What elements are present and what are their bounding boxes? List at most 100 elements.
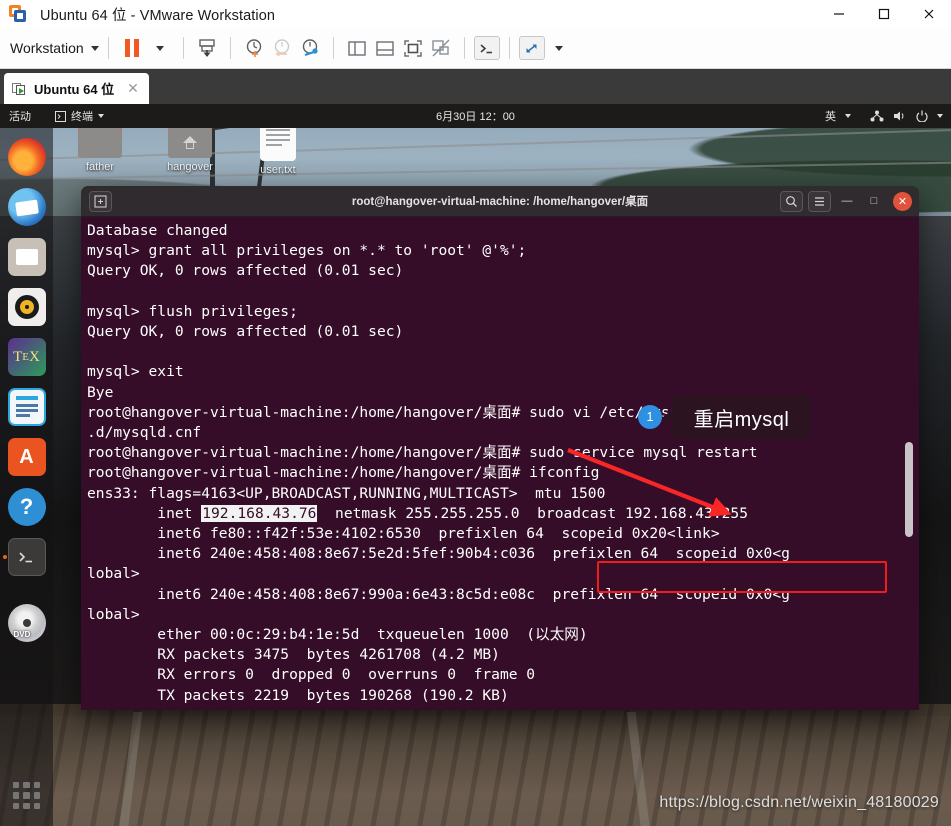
terminal-prompt-icon — [18, 552, 32, 563]
panel-left-icon — [347, 41, 366, 56]
toolbar-divider — [229, 37, 231, 59]
chevron-down-icon — [937, 114, 943, 118]
expand-arrows-icon — [526, 43, 537, 53]
network-icon — [870, 110, 884, 122]
stretch-button[interactable] — [518, 36, 545, 60]
dock-item-help[interactable]: ? — [7, 488, 46, 526]
input-method-indicator[interactable]: 英 — [825, 108, 836, 124]
workstation-menu-button[interactable]: Workstation — [10, 40, 99, 56]
chevron-down-icon — [155, 45, 164, 51]
take-snapshot-button[interactable] — [240, 35, 268, 61]
guest-screen: 活动 终端 6月30日 12：00 英 T E X A ? DVD father… — [0, 104, 951, 826]
show-library-button[interactable] — [343, 35, 371, 61]
annotation-callout-text: 重启mysql — [693, 408, 790, 431]
vm-tab-ubuntu[interactable]: Ubuntu 64 位 ✕ — [4, 73, 149, 104]
chevron-down-icon — [90, 45, 99, 51]
terminal-line: TX packets 2219 bytes 190268 (190.2 KB) — [87, 686, 509, 704]
console-button[interactable] — [473, 36, 500, 60]
close-icon[interactable]: ✕ — [127, 80, 139, 97]
toolbar-divider — [107, 37, 109, 59]
dock-item-dvd[interactable]: DVD — [7, 604, 46, 642]
search-icon — [786, 195, 797, 207]
annotation-callout: 重启mysql — [663, 395, 811, 439]
panel-bottom-icon — [375, 41, 394, 56]
terminal-line: lobal> — [87, 605, 140, 623]
terminal-line: root@hangover-virtual-machine:/home/hang… — [87, 444, 758, 462]
terminal-line: ether 00:0c:29:b4:1e:5d txqueuelen 1000 … — [87, 626, 588, 644]
vmware-toolbar: Workstation — [0, 28, 951, 69]
minimize-button[interactable] — [816, 0, 861, 28]
fullscreen-icon — [403, 40, 422, 57]
unity-off-icon — [431, 39, 450, 57]
terminal-line: mysql> exit — [87, 363, 184, 381]
terminal-window: root@hangover-virtual-machine: /home/han… — [81, 186, 919, 710]
manage-snapshot-button[interactable] — [193, 35, 221, 61]
volume-icon — [894, 111, 904, 121]
desktop-icon-father[interactable]: father — [60, 122, 140, 173]
terminal-close-button[interactable]: ✕ — [893, 191, 912, 211]
system-tray[interactable]: 英 — [825, 108, 943, 124]
terminal-body[interactable]: Database changed mysql> grant all privile… — [81, 217, 919, 710]
maximize-button[interactable] — [861, 0, 906, 28]
menu-button[interactable] — [808, 190, 831, 212]
workstation-menu-label: Workstation — [10, 40, 84, 56]
show-thumbnail-bar-button[interactable] — [371, 35, 399, 61]
desktop-icon-hangover[interactable]: hangover — [150, 122, 230, 173]
terminal-line: inet6 fe80::f42f:53e:4102:6530 prefixlen… — [87, 525, 720, 543]
toolbar-divider — [182, 37, 184, 59]
stretch-dropdown[interactable] — [545, 35, 573, 61]
dock-item-ubuntu-software[interactable]: A — [7, 438, 46, 476]
chevron-down-icon — [845, 114, 851, 118]
terminal-line: Query OK, 0 rows affected (0.01 sec) — [87, 262, 404, 280]
terminal-line: RX errors 0 dropped 0 overruns 0 frame 0 — [87, 666, 536, 684]
desktop-icon-label: father — [85, 161, 115, 173]
terminal-minimize-button[interactable]: — — [836, 191, 858, 212]
close-button[interactable] — [906, 0, 951, 28]
toolbar-divider — [332, 37, 334, 59]
vmware-logo-icon — [8, 4, 28, 24]
pause-icon — [124, 39, 139, 57]
watermark: https://blog.csdn.net/weixin_48180029 — [659, 794, 939, 811]
terminal-title-controls: — □ ✕ — [780, 190, 912, 212]
ubuntu-top-bar: 活动 终端 6月30日 12：00 英 — [0, 104, 951, 128]
terminal-title-bar: root@hangover-virtual-machine: /home/han… — [81, 186, 919, 217]
hamburger-menu-icon — [815, 196, 824, 206]
dock-item-rhythmbox[interactable] — [7, 288, 46, 326]
suspend-button[interactable] — [118, 35, 146, 61]
vm-tab-label: Ubuntu 64 位 — [34, 82, 115, 97]
running-indicator — [2, 555, 7, 559]
desktop-icon-label: hangover — [167, 161, 213, 173]
power-dropdown[interactable] — [146, 35, 174, 61]
terminal-prompt-icon — [480, 43, 493, 53]
ubuntu-dock: TEX A ? DVD — [0, 128, 53, 826]
terminal-line: ens33: flags=4163<UP,BROADCAST,RUNNING,M… — [87, 484, 606, 502]
snapshot-add-icon — [246, 39, 261, 57]
dock-item-terminal[interactable] — [2, 538, 46, 576]
dock-item-firefox[interactable] — [7, 138, 46, 176]
dock-item-libreoffice-writer[interactable] — [7, 388, 46, 426]
search-button[interactable] — [780, 190, 803, 212]
dock-item-texstudio[interactable]: TEX — [7, 338, 46, 376]
inet-prefix: inet — [87, 504, 202, 522]
window-controls — [816, 0, 951, 28]
unity-mode-button[interactable] — [427, 35, 455, 61]
terminal-line: RX packets 3475 bytes 4261708 (4.2 MB) — [87, 646, 500, 664]
terminal-output: Database changed mysql> grant all privile… — [87, 221, 919, 706]
snapshot-revert-icon — [274, 39, 289, 57]
terminal-line-inet: inet 192.168.43.76 netmask 255.255.255.0… — [87, 504, 919, 524]
command-highlight-box — [597, 561, 887, 593]
vm-running-icon — [12, 81, 27, 96]
fullscreen-button[interactable] — [399, 35, 427, 61]
snapshot-manager-button[interactable] — [296, 35, 324, 61]
dock-item-thunderbird[interactable] — [7, 188, 46, 226]
terminal-scrollbar[interactable] — [905, 442, 913, 537]
dock-item-files[interactable] — [7, 238, 46, 276]
revert-snapshot-button[interactable] — [268, 35, 296, 61]
power-icon — [916, 110, 928, 122]
terminal-line: mysql> grant all privileges on *.* to 'r… — [87, 242, 527, 260]
terminal-maximize-button[interactable]: □ — [863, 191, 885, 212]
vmware-title-bar: Ubuntu 64 位 - VMware Workstation — [0, 0, 951, 28]
clock[interactable]: 6月30日 12：00 — [0, 108, 951, 124]
terminal-line: mysql> flush privileges; — [87, 302, 298, 320]
